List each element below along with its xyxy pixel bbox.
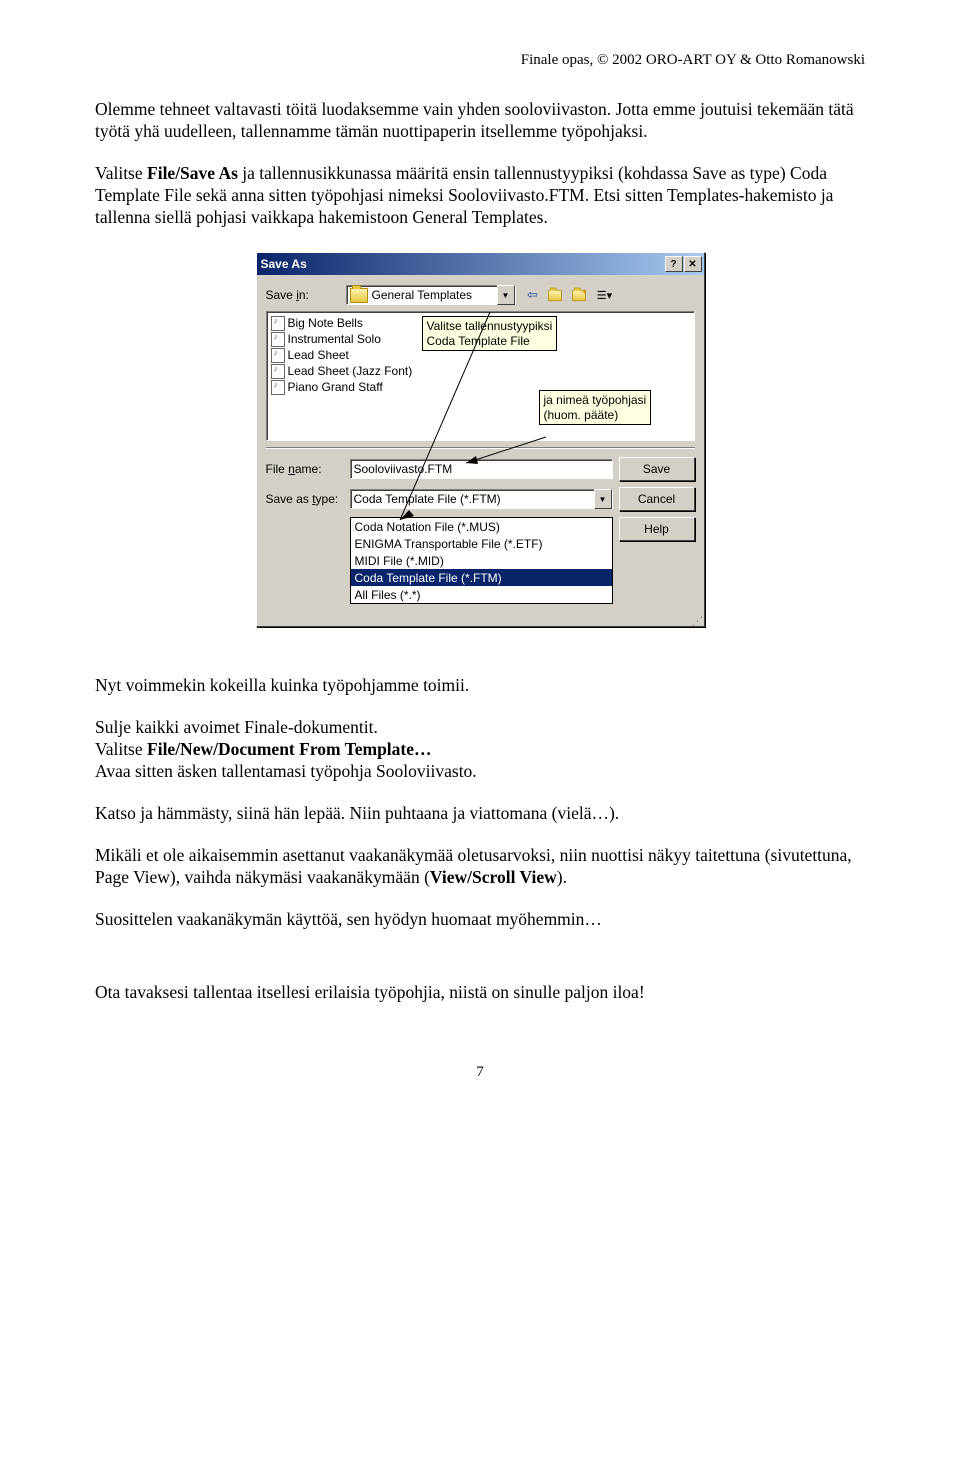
filename-input[interactable]: Sooloviivasto.FTM <box>350 459 613 479</box>
filename-label: File name: <box>266 462 350 476</box>
file-list[interactable]: Big Note Bells Instrumental Solo Lead Sh… <box>266 311 695 441</box>
p4-l2b: File/New/Document From Template… <box>147 739 432 759</box>
p4-l1: Sulje kaikki avoimet Finale-dokumentit. <box>95 717 378 737</box>
save-in-value: General Templates <box>372 288 473 302</box>
tooltip-line: Valitse tallennustyypiksi <box>427 319 553 333</box>
help-button[interactable]: Help <box>619 517 695 541</box>
page: Finale opas, © 2002 ORO-ART OY & Otto Ro… <box>0 0 960 1121</box>
paragraph-5: Katso ja hämmästy, siinä hän lepää. Niin… <box>95 803 865 825</box>
nav-toolbar: ⇦ ✶ ☰▾ <box>522 285 616 305</box>
tooltip-line: Coda Template File <box>427 334 553 348</box>
back-icon[interactable]: ⇦ <box>522 285 544 305</box>
file-icon <box>271 364 285 378</box>
saveastype-combo[interactable]: Coda Template File (*.FTM) ▼ <box>350 489 613 509</box>
paragraph-4: Sulje kaikki avoimet Finale-dokumentit. … <box>95 717 865 783</box>
type-option-selected[interactable]: Coda Template File (*.FTM) <box>351 569 612 586</box>
close-titlebutton[interactable]: ✕ <box>684 256 702 272</box>
new-folder-icon[interactable]: ✶ <box>570 285 592 305</box>
file-icon <box>271 348 285 362</box>
p6-b: View/Scroll View <box>430 867 557 887</box>
paragraph-2: Valitse File/Save As ja tallennusikkunas… <box>95 163 865 229</box>
paragraph-1: Olemme tehneet valtavasti töitä luodakse… <box>95 99 865 143</box>
dialog-title: Save As <box>261 257 307 271</box>
tooltip-name-file: ja nimeä työpohjasi (huom. pääte) <box>539 390 652 425</box>
page-number: 7 <box>95 1064 865 1081</box>
file-name: Big Note Bells <box>288 316 363 330</box>
saveastype-label: Save as type: <box>266 492 350 506</box>
saveastype-dropdown[interactable]: Coda Notation File (*.MUS) ENIGMA Transp… <box>350 517 613 604</box>
p4-l2a: Valitse <box>95 739 147 759</box>
file-icon <box>271 332 285 346</box>
type-option[interactable]: MIDI File (*.MID) <box>351 552 612 569</box>
paragraph-6: Mikäli et ole aikaisemmin asettanut vaak… <box>95 845 865 889</box>
save-button[interactable]: Save <box>619 457 695 481</box>
list-item[interactable]: Lead Sheet (Jazz Font) <box>271 363 690 379</box>
saveastype-value: Coda Template File (*.FTM) <box>354 492 501 506</box>
type-option[interactable]: Coda Notation File (*.MUS) <box>351 518 612 535</box>
file-name: Instrumental Solo <box>288 332 381 346</box>
chevron-down-icon[interactable]: ▼ <box>497 285 515 305</box>
resize-grip[interactable]: ⋰ <box>257 618 704 626</box>
file-name: Lead Sheet <box>288 348 349 362</box>
file-name: Piano Grand Staff <box>288 380 383 394</box>
p6-c: ). <box>557 867 567 887</box>
titlebar: Save As ? ✕ <box>257 253 704 275</box>
paragraph-3: Nyt voimmekin kokeilla kuinka työpohjamm… <box>95 675 865 697</box>
file-name: Lead Sheet (Jazz Font) <box>288 364 413 378</box>
type-option[interactable]: All Files (*.*) <box>351 586 612 603</box>
paragraph-8: Ota tavaksesi tallentaa itsellesi erilai… <box>95 982 865 1004</box>
tooltip-save-type: Valitse tallennustyypiksi Coda Template … <box>422 316 558 351</box>
file-icon <box>271 380 285 394</box>
views-icon[interactable]: ☰▾ <box>594 285 616 305</box>
chevron-down-icon[interactable]: ▼ <box>594 489 612 509</box>
p2-a: Valitse <box>95 163 147 183</box>
folder-icon <box>350 288 368 303</box>
save-as-dialog: Save As ? ✕ Save in: General Templates <box>256 252 705 627</box>
file-icon <box>271 316 285 330</box>
p4-l3: Avaa sitten äsken tallentamasi työpohja … <box>95 761 477 781</box>
save-in-combo[interactable]: General Templates ▼ <box>346 285 516 305</box>
header-copyright: Finale opas, © 2002 ORO-ART OY & Otto Ro… <box>95 52 865 69</box>
help-titlebutton[interactable]: ? <box>665 256 683 272</box>
up-folder-icon[interactable] <box>546 285 568 305</box>
tooltip-line: ja nimeä työpohjasi <box>544 393 647 407</box>
tooltip-line: (huom. pääte) <box>544 408 647 422</box>
filename-value: Sooloviivasto.FTM <box>354 462 453 476</box>
divider <box>266 447 695 449</box>
paragraph-7: Suosittelen vaakanäkymän käyttöä, sen hy… <box>95 909 865 931</box>
cancel-button[interactable]: Cancel <box>619 487 695 511</box>
p2-bold: File/Save As <box>147 163 238 183</box>
type-option[interactable]: ENIGMA Transportable File (*.ETF) <box>351 535 612 552</box>
save-in-label: Save in: <box>266 288 346 302</box>
dialog-wrap: Save As ? ✕ Save in: General Templates <box>95 252 865 627</box>
